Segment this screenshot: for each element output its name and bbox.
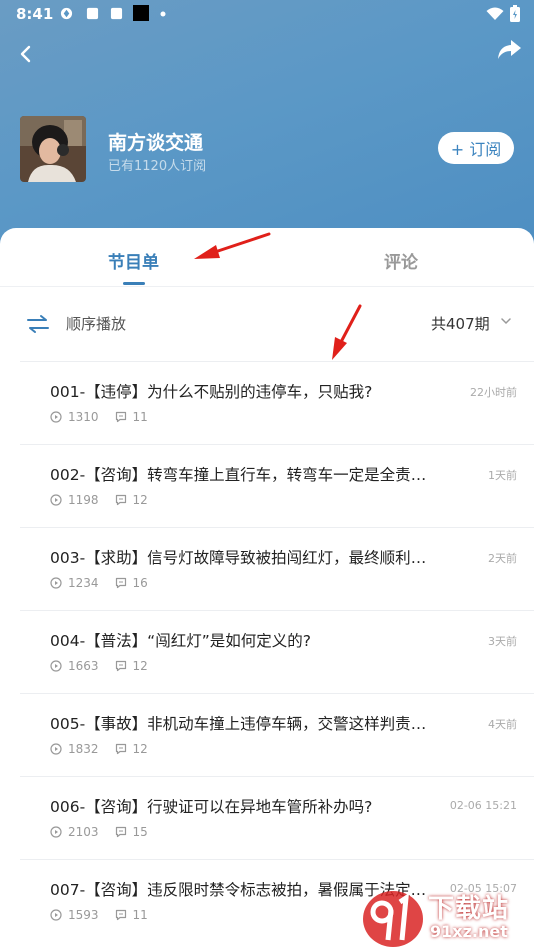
tab-bar: 节目单 评论 <box>0 228 534 287</box>
episode-time: 4天前 <box>488 718 517 731</box>
episode-title[interactable]: 004-【普法】“闯红灯”是如何定义的? <box>50 629 311 651</box>
episode-count[interactable]: 共407期 <box>431 313 490 334</box>
playback-options-row: 顺序播放 共407期 <box>0 286 534 360</box>
episode-title[interactable]: 003-【求助】信号灯故障导致被拍闯红灯，最终顺利撤销 <box>50 546 434 568</box>
chevron-down-icon[interactable] <box>500 316 512 326</box>
play-count: 1832 <box>68 742 99 756</box>
tab-program-list[interactable]: 节目单 <box>108 248 159 273</box>
episode-time: 3天前 <box>488 635 517 648</box>
watermark-brand: 下载站 <box>428 894 510 924</box>
episode-item[interactable]: 001-【违停】为什么不贴别的违停车，只贴我? 22小时前 1310 11 <box>20 361 534 444</box>
episode-meta: 1198 12 <box>50 493 164 507</box>
play-count: 1198 <box>68 493 99 507</box>
play-count: 1234 <box>68 576 99 590</box>
play-count: 1593 <box>68 908 99 922</box>
episode-time: 1天前 <box>488 469 517 482</box>
watermark-logo: 下载站 91xz.net <box>360 886 534 950</box>
notification-square-icon-2 <box>110 7 123 20</box>
episode-item[interactable]: 003-【求助】信号灯故障导致被拍闯红灯，最终顺利撤销 2天前 1234 16 <box>20 527 534 610</box>
comment-icon <box>115 577 126 589</box>
wifi-icon <box>486 7 504 20</box>
subscriber-count: 已有1120人订阅 <box>108 159 207 174</box>
app-notification-icon <box>60 7 73 20</box>
comment-count: 12 <box>132 742 148 756</box>
comment-icon <box>115 494 126 506</box>
play-count: 1663 <box>68 659 99 673</box>
share-button[interactable] <box>496 38 522 62</box>
episode-meta: 1234 16 <box>50 576 164 590</box>
episode-list: 001-【违停】为什么不贴别的违停车，只贴我? 22小时前 1310 11 00… <box>20 361 534 942</box>
episode-time: 02-06 15:21 <box>449 799 517 812</box>
play-count-icon <box>50 660 62 672</box>
status-time: 8:41 <box>16 5 54 23</box>
comment-count: 12 <box>132 493 148 507</box>
comment-icon <box>115 743 126 755</box>
play-count-icon <box>50 826 62 838</box>
comment-count: 16 <box>132 576 148 590</box>
play-count: 2103 <box>68 825 99 839</box>
comment-icon <box>115 411 126 423</box>
watermark-domain: 91xz.net <box>430 922 508 941</box>
comment-count: 11 <box>132 908 148 922</box>
active-tab-indicator <box>123 282 145 285</box>
subscribe-button[interactable]: + 订阅 <box>438 132 514 164</box>
watermark-91-icon <box>363 891 423 947</box>
comment-icon <box>115 909 126 921</box>
play-count-icon <box>50 743 62 755</box>
play-count-icon <box>50 577 62 589</box>
episode-meta: 1663 12 <box>50 659 164 673</box>
back-button[interactable] <box>14 42 38 66</box>
tab-comments[interactable]: 评论 <box>384 248 418 273</box>
more-notifications-dot-icon <box>160 11 166 17</box>
episode-item[interactable]: 002-【咨询】转弯车撞上直行车，转弯车一定是全责吗? 1天前 1198 12 <box>20 444 534 527</box>
episode-item[interactable]: 006-【咨询】行驶证可以在异地车管所补办吗? 02-06 15:21 2103… <box>20 776 534 859</box>
content-sheet: 节目单 评论 顺序播放 共407期 001-【违停】为什么不贴别的违停车，只贴我… <box>0 228 534 950</box>
status-bar: 8:41 <box>0 0 534 28</box>
play-count-icon <box>50 909 62 921</box>
episode-time: 2天前 <box>488 552 517 565</box>
episode-meta: 1310 11 <box>50 410 164 424</box>
episode-meta: 1832 12 <box>50 742 164 756</box>
episode-title[interactable]: 005-【事故】非机动车撞上违停车辆，交警这样判责合理吗? <box>50 712 434 734</box>
play-count-icon <box>50 494 62 506</box>
comment-count: 15 <box>132 825 148 839</box>
tiktok-notification-icon <box>133 5 149 21</box>
comment-icon <box>115 660 126 672</box>
episode-meta: 2103 15 <box>50 825 164 839</box>
episode-time: 22小时前 <box>470 386 517 399</box>
episode-title[interactable]: 001-【违停】为什么不贴别的违停车，只贴我? <box>50 380 372 402</box>
episode-item[interactable]: 005-【事故】非机动车撞上违停车辆，交警这样判责合理吗? 4天前 1832 1… <box>20 693 534 776</box>
status-right <box>486 5 520 22</box>
comment-count: 11 <box>132 410 148 424</box>
notification-square-icon <box>86 7 99 20</box>
episode-item[interactable]: 004-【普法】“闯红灯”是如何定义的? 3天前 1663 12 <box>20 610 534 693</box>
channel-avatar <box>20 116 86 182</box>
play-count-icon <box>50 411 62 423</box>
episode-title[interactable]: 002-【咨询】转弯车撞上直行车，转弯车一定是全责吗? <box>50 463 434 485</box>
episode-title[interactable]: 006-【咨询】行驶证可以在异地车管所补办吗? <box>50 795 372 817</box>
channel-title: 南方谈交通 <box>108 132 204 154</box>
play-order-label[interactable]: 顺序播放 <box>66 313 126 334</box>
play-count: 1310 <box>68 410 99 424</box>
episode-meta: 1593 11 <box>50 908 164 922</box>
comment-icon <box>115 826 126 838</box>
battery-icon <box>510 5 520 22</box>
comment-count: 12 <box>132 659 148 673</box>
sequential-play-icon[interactable] <box>26 314 50 334</box>
